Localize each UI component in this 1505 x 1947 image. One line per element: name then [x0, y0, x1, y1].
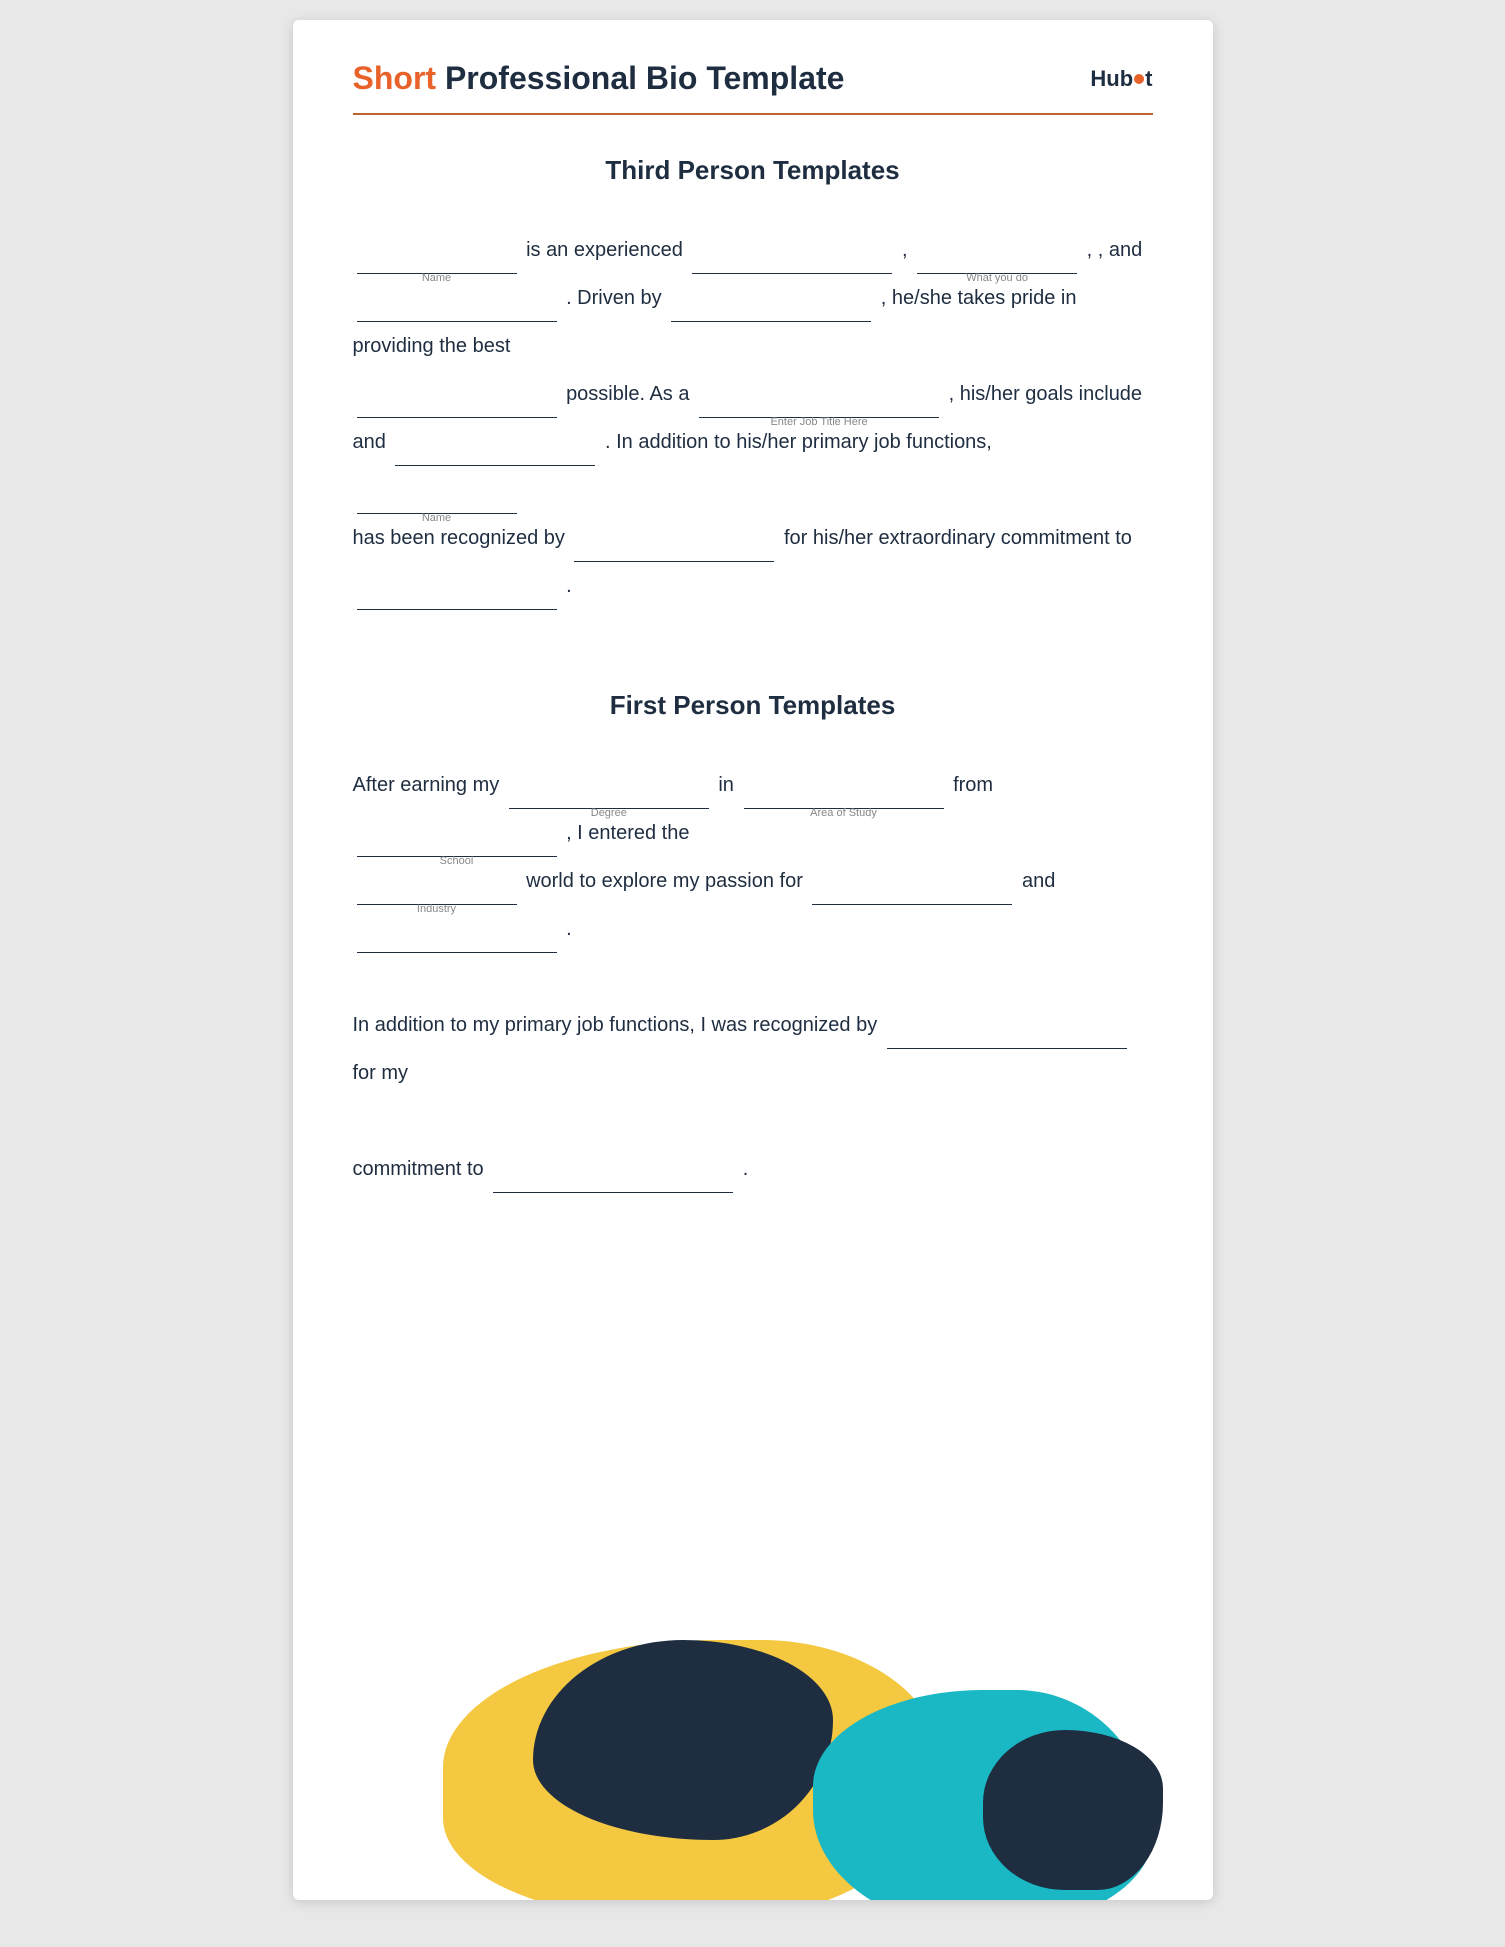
tp-text-is-experienced: is an experienced: [526, 239, 683, 261]
fp-text-period1: .: [566, 918, 572, 940]
fp-text-from: from: [953, 774, 993, 796]
tp-text-comma1: ,: [902, 239, 908, 261]
tp-text-and1: , and: [1098, 239, 1142, 261]
fp-text-for-my: for my: [353, 1062, 409, 1084]
header-divider: [353, 113, 1153, 115]
tp-text-period: .: [566, 575, 572, 597]
fp-text-commitment: commitment to: [353, 1158, 484, 1180]
tp-text-possible: possible. As a: [566, 383, 689, 405]
page-title: Short Professional Bio Template: [353, 60, 845, 97]
first-person-section: First Person Templates After earning my …: [353, 690, 1153, 1193]
title-short: Short: [353, 60, 437, 96]
tp-text-goals: , his/her goals include: [949, 383, 1142, 405]
fp-text-period2: .: [743, 1158, 749, 1180]
decorative-blobs: [293, 1580, 1213, 1900]
third-person-title: Third Person Templates: [353, 155, 1153, 186]
page-header: Short Professional Bio Template Hubt: [353, 60, 1153, 97]
first-person-template: After earning my Degree in Area of Study…: [353, 761, 1153, 1193]
tp-text-comma2: ,: [1087, 239, 1093, 261]
hubspot-logo: Hubt: [1090, 66, 1152, 92]
tp-text-takes-pride: , he/she takes pride in providing the be…: [353, 287, 1077, 357]
title-rest: Professional Bio Template: [436, 60, 844, 96]
third-person-section: Third Person Templates Name is an experi…: [353, 155, 1153, 610]
third-person-template: Name is an experienced , What you do , ,…: [353, 226, 1153, 610]
fp-text-in: in: [718, 774, 734, 796]
tp-text-for-commitment: for his/her extraordinary commitment to: [784, 527, 1132, 549]
page-container: Short Professional Bio Template Hubt Thi…: [293, 20, 1213, 1900]
fp-text-and: and: [1022, 870, 1055, 892]
tp-text-driven-by: . Driven by: [566, 287, 662, 309]
fp-text-world: world to explore my passion for: [526, 870, 803, 892]
fp-text-after: After earning my: [353, 774, 500, 796]
tp-blank-name1: Name: [353, 239, 527, 261]
first-person-title: First Person Templates: [353, 690, 1153, 721]
hubspot-dot: [1134, 74, 1144, 84]
blob-dark2: [983, 1730, 1163, 1890]
fp-text-in-addition: In addition to my primary job functions,…: [353, 1014, 878, 1036]
tp-text-and2: and: [353, 431, 386, 453]
